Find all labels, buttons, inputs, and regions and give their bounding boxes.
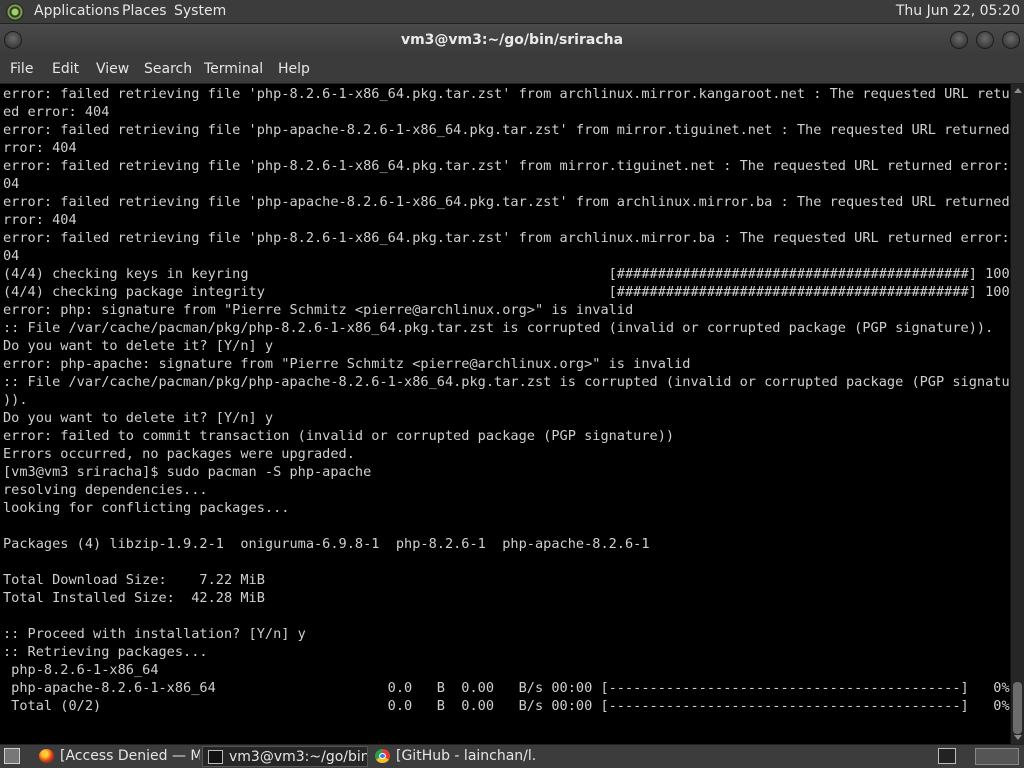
taskbar-item-label: [Access Denied — M... bbox=[60, 748, 200, 764]
workspace-switcher[interactable] bbox=[975, 748, 1019, 765]
taskbar-item-chrome[interactable]: [GitHub - lainchan/l... bbox=[370, 746, 536, 767]
top-panel: Applications Places System Thu Jun 22, 0… bbox=[0, 0, 1024, 24]
firefox-icon bbox=[39, 749, 54, 763]
tray-terminal-icon[interactable] bbox=[938, 748, 956, 764]
bottom-panel: [Access Denied — M... vm3@vm3:~/go/bin..… bbox=[0, 744, 1024, 768]
distro-logo-icon[interactable] bbox=[6, 3, 24, 21]
chrome-icon bbox=[375, 749, 390, 763]
menu-terminal[interactable]: Terminal bbox=[204, 61, 263, 77]
show-desktop-icon[interactable] bbox=[4, 748, 20, 764]
applications-menu[interactable]: Applications bbox=[34, 3, 120, 19]
minimize-button[interactable] bbox=[950, 31, 968, 49]
clock[interactable]: Thu Jun 22, 05:20 bbox=[896, 3, 1020, 19]
scrollbar-thumb[interactable] bbox=[1013, 682, 1022, 734]
taskbar-item-firefox[interactable]: [Access Denied — M... bbox=[34, 746, 200, 767]
terminal-output: error: failed retrieving file 'php-8.2.6… bbox=[3, 86, 1010, 714]
terminal-area[interactable]: error: failed retrieving file 'php-8.2.6… bbox=[0, 84, 1010, 744]
scroll-up-icon[interactable] bbox=[1014, 88, 1022, 93]
window-title: vm3@vm3:~/go/bin/sriracha bbox=[400, 32, 624, 48]
window-titlebar[interactable]: vm3@vm3:~/go/bin/sriracha bbox=[0, 24, 1024, 56]
terminal-icon bbox=[208, 750, 223, 764]
system-menu[interactable]: System bbox=[174, 3, 226, 19]
menu-view[interactable]: View bbox=[96, 61, 129, 77]
taskbar-item-terminal[interactable]: vm3@vm3:~/go/bin... bbox=[202, 746, 368, 767]
menubar: File Edit View Search Terminal Help bbox=[0, 56, 1024, 84]
maximize-button[interactable] bbox=[976, 31, 994, 49]
menu-help[interactable]: Help bbox=[278, 61, 310, 77]
menu-search[interactable]: Search bbox=[144, 61, 192, 77]
menu-file[interactable]: File bbox=[10, 61, 33, 77]
taskbar-item-label: [GitHub - lainchan/l... bbox=[396, 748, 536, 764]
close-button[interactable] bbox=[1002, 31, 1020, 49]
menu-edit[interactable]: Edit bbox=[52, 61, 79, 77]
terminal-scrollbar[interactable] bbox=[1010, 84, 1024, 744]
scroll-down-icon[interactable] bbox=[1014, 735, 1022, 740]
taskbar-item-label: vm3@vm3:~/go/bin... bbox=[229, 749, 368, 765]
places-menu[interactable]: Places bbox=[122, 3, 167, 19]
